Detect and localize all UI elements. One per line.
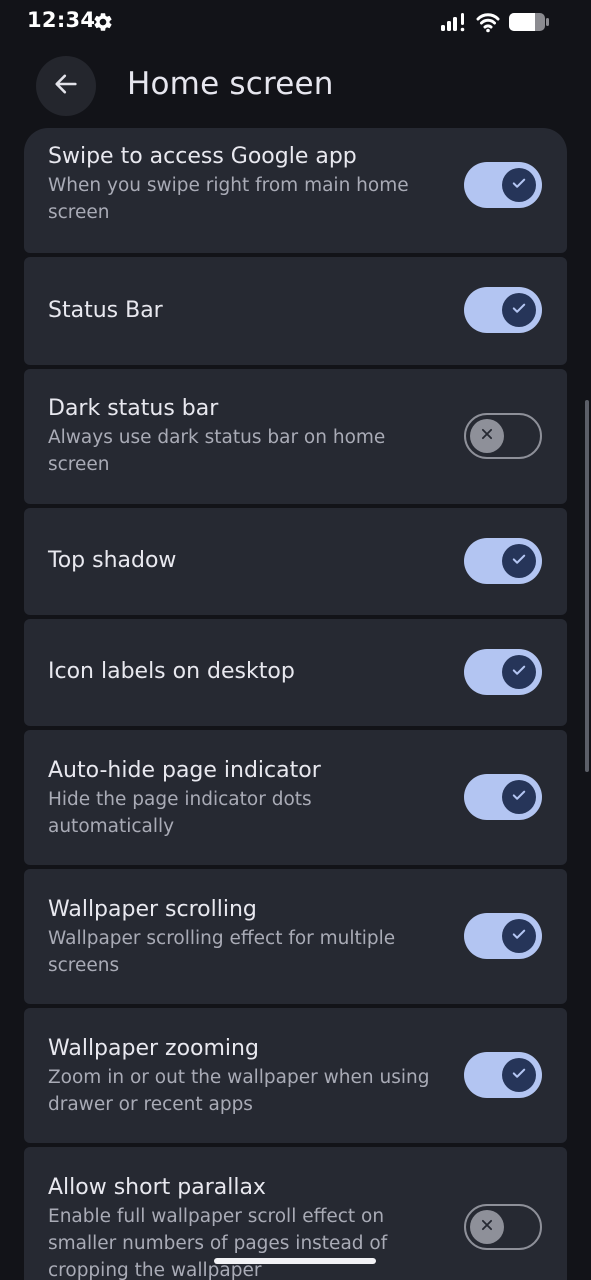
setting-row-status-bar[interactable]: Status Bar [24,257,567,365]
setting-description: Enable full wallpaper scroll effect on s… [48,1206,388,1280]
setting-title: Auto-hide page indicator [48,758,321,783]
setting-title: Status Bar [48,298,163,323]
toggle-switch[interactable] [464,287,542,333]
setting-row-top-shadow[interactable]: Top shadow [24,508,567,615]
setting-description: When you swipe right from main home scre… [48,175,409,223]
toggle-switch[interactable] [464,538,542,584]
setting-text: Wallpaper scrolling Wallpaper scrolling … [48,896,448,979]
setting-text: Auto-hide page indicator Hide the page i… [48,757,448,840]
check-icon [510,550,528,572]
setting-text: Wallpaper zooming Zoom in or out the wal… [48,1035,448,1118]
status-time: 12:34 [27,8,96,32]
setting-title: Wallpaper scrolling [48,897,257,922]
setting-text: Dark status bar Always use dark status b… [48,395,448,478]
toggle-knob [470,418,504,453]
status-bar: 12:34 [0,0,591,44]
check-icon [510,786,528,808]
toggle-switch[interactable] [464,913,542,959]
toggle-switch[interactable] [464,1052,542,1098]
toggle-knob [502,293,536,327]
gear-icon [92,11,114,33]
check-icon [510,661,528,683]
setting-text: Icon labels on desktop [48,658,448,686]
setting-row-icon-labels[interactable]: Icon labels on desktop [24,619,567,726]
toggle-switch[interactable] [464,413,542,459]
setting-title: Wallpaper zooming [48,1036,259,1061]
toggle-knob [502,544,536,578]
toggle-switch[interactable] [464,1204,542,1250]
back-button[interactable] [36,56,96,116]
setting-description: Hide the page indicator dots automatical… [48,789,312,837]
setting-title: Dark status bar [48,396,219,421]
setting-text: Top shadow [48,547,448,575]
setting-description: Zoom in or out the wallpaper when using … [48,1067,430,1115]
toggle-switch[interactable] [464,162,542,208]
gesture-handle[interactable] [214,1258,376,1264]
page-title: Home screen [127,66,334,102]
toggle-knob [502,780,536,814]
toggle-knob [502,1058,536,1092]
close-icon [478,1216,496,1238]
setting-row-dark-status-bar[interactable]: Dark status bar Always use dark status b… [24,369,567,504]
battery-icon [508,11,550,33]
check-icon [510,174,528,196]
toggle-knob [470,1209,504,1244]
setting-title: Swipe to access Google app [48,144,357,169]
wifi-icon [476,11,500,33]
screen: 12:34 Home screen Swipe to access Google… [0,0,591,1280]
setting-title: Allow short parallax [48,1175,266,1200]
setting-text: Allow short parallax Enable full wallpap… [48,1174,448,1280]
toggle-switch[interactable] [464,649,542,695]
setting-text: Swipe to access Google app When you swip… [48,143,448,226]
setting-row-swipe-google-app[interactable]: Swipe to access Google app When you swip… [24,128,567,253]
setting-row-wallpaper-scrolling[interactable]: Wallpaper scrolling Wallpaper scrolling … [24,869,567,1004]
toggle-knob [502,168,536,202]
signal-icon [440,12,468,32]
check-icon [510,299,528,321]
setting-text: Status Bar [48,297,448,325]
arrow-left-icon [52,70,80,102]
check-icon [510,1064,528,1086]
close-icon [478,425,496,447]
scrollbar[interactable] [585,400,589,772]
setting-row-wallpaper-zooming[interactable]: Wallpaper zooming Zoom in or out the wal… [24,1008,567,1143]
toggle-knob [502,919,536,953]
setting-title: Top shadow [48,548,177,573]
toggle-knob [502,655,536,689]
check-icon [510,925,528,947]
setting-description: Wallpaper scrolling effect for multiple … [48,928,396,976]
setting-description: Always use dark status bar on home scree… [48,427,386,475]
setting-title: Icon labels on desktop [48,659,295,684]
toggle-switch[interactable] [464,774,542,820]
setting-row-auto-hide-indicator[interactable]: Auto-hide page indicator Hide the page i… [24,730,567,865]
